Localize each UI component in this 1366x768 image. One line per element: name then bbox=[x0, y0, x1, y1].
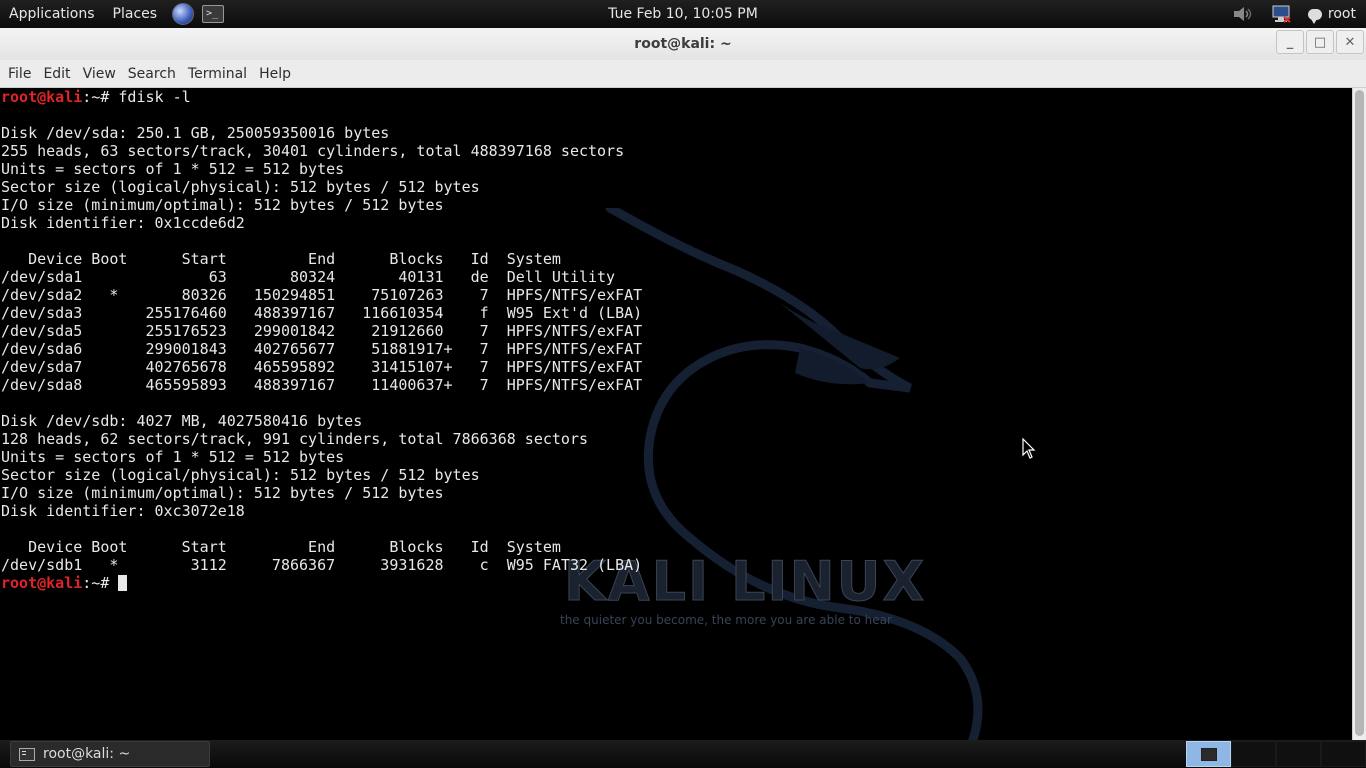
output-line: Units = sectors of 1 * 512 = 512 bytes bbox=[1, 448, 345, 466]
applications-menu[interactable]: Applications bbox=[0, 0, 104, 28]
output-line: Device Boot Start End Blocks Id System bbox=[28, 250, 561, 268]
speaker-icon bbox=[1233, 7, 1252, 21]
menu-help[interactable]: Help bbox=[253, 66, 297, 82]
kali-tagline: the quieter you become, the more you are… bbox=[560, 613, 892, 627]
output-line: /dev/sda1 63 80324 40131 de Dell Utility bbox=[1, 268, 616, 286]
terminal-launcher-icon[interactable]: >_ bbox=[202, 5, 225, 23]
output-line: 128 heads, 62 sectors/track, 991 cylinde… bbox=[1, 430, 588, 448]
terminal-scrollbar[interactable] bbox=[1352, 88, 1366, 740]
window-controls: _ □ ✕ bbox=[1276, 30, 1364, 54]
workspace-switcher bbox=[1186, 741, 1366, 767]
output-line: I/O size (minimum/optimal): 512 bytes / … bbox=[1, 196, 444, 214]
taskbar-item-label: root@kali: ~ bbox=[43, 746, 131, 762]
workspace-2[interactable] bbox=[1231, 741, 1276, 767]
output-line: /dev/sda8 465595893 488397167 11400637+ … bbox=[1, 376, 643, 394]
prompt-path: :~# bbox=[82, 88, 110, 106]
prompt-path-2: :~# bbox=[82, 574, 110, 592]
output-line: Sector size (logical/physical): 512 byte… bbox=[1, 466, 480, 484]
command-text: fdisk -l bbox=[109, 88, 191, 106]
system-tray: root bbox=[1224, 0, 1366, 28]
window-title: root@kali: ~ bbox=[634, 36, 732, 52]
menu-edit[interactable]: Edit bbox=[37, 66, 76, 82]
output-line: Device Boot Start End Blocks Id System bbox=[28, 538, 561, 556]
terminal-area[interactable]: KALI LINUX the quieter you become, the m… bbox=[0, 88, 1352, 740]
workspace-1[interactable] bbox=[1186, 741, 1231, 767]
chat-icon bbox=[1307, 8, 1322, 24]
output-line: Sector size (logical/physical): 512 byte… bbox=[1, 178, 480, 196]
output-line: I/O size (minimum/optimal): 512 bytes / … bbox=[1, 484, 444, 502]
output-line: 255 heads, 63 sectors/track, 30401 cylin… bbox=[1, 142, 625, 160]
output-line: Units = sectors of 1 * 512 = 512 bytes bbox=[1, 160, 345, 178]
terminal-task-icon bbox=[1200, 747, 1217, 761]
output-line: /dev/sda5 255176523 299001842 21912660 7… bbox=[1, 322, 643, 340]
prompt-user: root@kali bbox=[1, 88, 83, 106]
output-line: /dev/sda2 * 80326 150294851 75107263 7 H… bbox=[1, 286, 643, 304]
output-line: /dev/sda6 299001843 402765677 51881917+ … bbox=[1, 340, 643, 358]
volume-button[interactable] bbox=[1224, 0, 1262, 28]
terminal-window: root@kali: ~ _ □ ✕ File Edit View Search… bbox=[0, 28, 1366, 740]
menu-search[interactable]: Search bbox=[122, 66, 182, 82]
terminal-task-icon bbox=[19, 747, 35, 761]
workspace-3[interactable] bbox=[1276, 741, 1321, 767]
command-output: Disk /dev/sda: 250.1 GB, 250059350016 by… bbox=[1, 124, 642, 574]
menu-view[interactable]: View bbox=[77, 66, 122, 82]
globe-icon[interactable] bbox=[172, 3, 195, 25]
menubar: File Edit View Search Terminal Help bbox=[0, 60, 1366, 88]
workspace-4[interactable] bbox=[1321, 741, 1366, 767]
mouse-pointer-icon bbox=[1022, 438, 1036, 459]
text-cursor bbox=[118, 575, 128, 591]
output-line: /dev/sda7 402765678 465595892 31415107+ … bbox=[1, 358, 643, 376]
network-icon bbox=[1272, 5, 1291, 23]
prompt-user-2: root@kali bbox=[1, 574, 83, 592]
terminal-output[interactable]: root@kali:~# fdisk -l Disk /dev/sda: 250… bbox=[1, 88, 642, 592]
output-line: /dev/sdb1 * 3112 7866367 3931628 c W95 F… bbox=[1, 556, 643, 574]
user-menu[interactable]: root bbox=[1300, 0, 1366, 28]
output-line: Disk /dev/sda: 250.1 GB, 250059350016 by… bbox=[1, 124, 390, 142]
bottom-panel: root@kali: ~ bbox=[0, 740, 1366, 768]
output-line: /dev/sda3 255176460 488397167 116610354 … bbox=[1, 304, 643, 322]
window-titlebar[interactable]: root@kali: ~ _ □ ✕ bbox=[0, 28, 1366, 60]
scrollbar-thumb[interactable] bbox=[1355, 90, 1364, 736]
menu-terminal[interactable]: Terminal bbox=[182, 66, 253, 82]
user-name: root bbox=[1327, 6, 1356, 22]
taskbar-item-terminal[interactable]: root@kali: ~ bbox=[10, 741, 210, 767]
output-line: Disk /dev/sdb: 4027 MB, 4027580416 bytes bbox=[1, 412, 363, 430]
network-button[interactable] bbox=[1262, 0, 1300, 28]
close-button[interactable]: ✕ bbox=[1336, 30, 1364, 54]
output-line: Disk identifier: 0x1ccde6d2 bbox=[1, 214, 245, 232]
output-line: Disk identifier: 0xc3072e18 bbox=[1, 502, 245, 520]
minimize-button[interactable]: _ bbox=[1276, 30, 1304, 54]
top-panel: Applications Places >_ Tue Feb 10, 10:05… bbox=[0, 0, 1366, 28]
menu-file[interactable]: File bbox=[2, 66, 37, 82]
places-menu[interactable]: Places bbox=[104, 0, 167, 28]
maximize-button[interactable]: □ bbox=[1306, 30, 1334, 54]
clock-label[interactable]: Tue Feb 10, 10:05 PM bbox=[608, 6, 758, 22]
